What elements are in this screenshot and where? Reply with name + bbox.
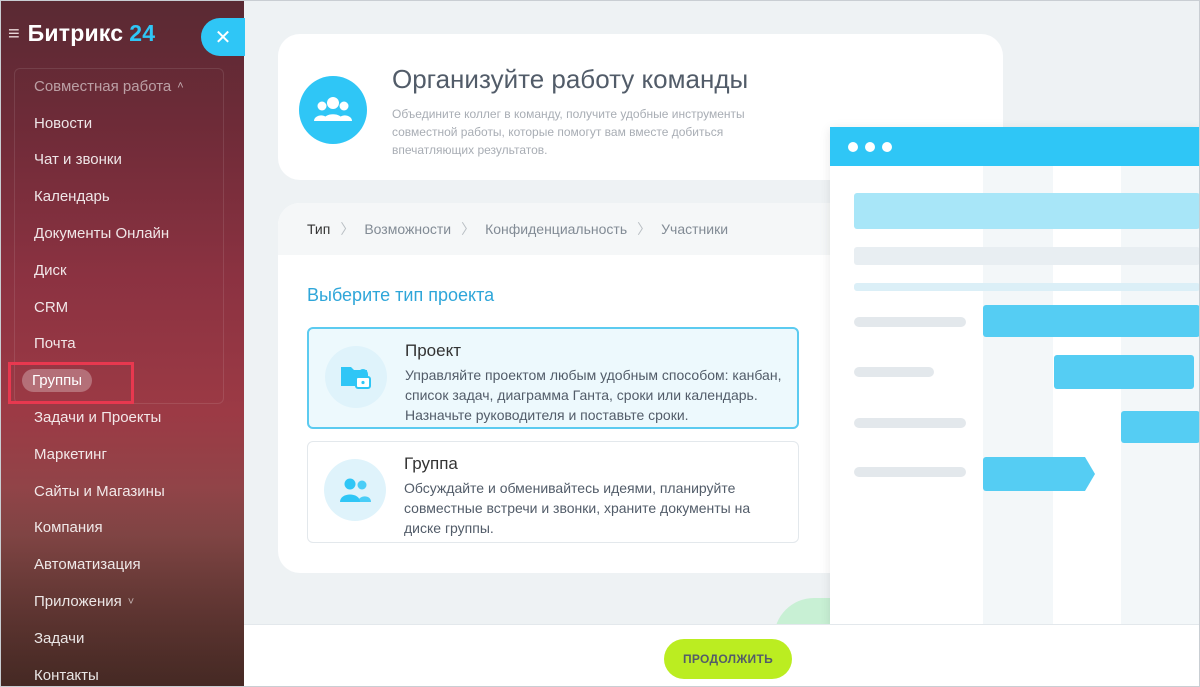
step-members[interactable]: Участники: [661, 221, 728, 237]
sidebar-item-mail[interactable]: Почта: [0, 326, 244, 363]
gantt-task-bar: [1054, 355, 1194, 389]
footer-bar: ПРОДОЛЖИТЬ: [244, 624, 1200, 687]
folder-lock-icon: [325, 346, 387, 408]
option-project-description: Управляйте проектом любым удобным способ…: [405, 367, 782, 423]
window-dot-icon: [865, 141, 875, 152]
sidebar-item-news[interactable]: Новости: [0, 105, 244, 142]
chevron-right-icon: 〉: [637, 221, 652, 237]
gantt-column: [983, 166, 1053, 627]
option-group[interactable]: Группа Обсуждайте и обменивайтесь идеями…: [307, 441, 799, 543]
option-group-title: Группа: [404, 454, 458, 473]
groups-highlight-box: [8, 362, 134, 404]
gantt-task-bar: [1121, 411, 1200, 443]
option-project-title: Проект: [405, 341, 461, 360]
sidebar-item-disk[interactable]: Диск: [0, 252, 244, 289]
chevron-right-icon: 〉: [461, 221, 476, 237]
gantt-column: [1121, 166, 1200, 627]
step-privacy[interactable]: Конфиденциальность: [485, 221, 627, 237]
close-slider-button[interactable]: ✕: [201, 18, 245, 56]
gantt-illustration: [830, 127, 1200, 627]
sidebar-item-apps[interactable]: Приложения ˅: [0, 583, 244, 620]
chevron-down-icon: ˅: [127, 595, 135, 608]
sidebar-item-tasks-projects[interactable]: Задачи и Проекты: [0, 399, 244, 436]
window-titlebar: [830, 127, 1200, 166]
sidebar-item-chat[interactable]: Чат и звонки: [0, 142, 244, 179]
sidebar-section-collab[interactable]: Совместная работа ˄: [0, 68, 244, 105]
sidebar-item-marketing[interactable]: Маркетинг: [0, 436, 244, 473]
gantt-task-bar: [983, 305, 1200, 337]
team-icon: [299, 76, 367, 144]
step-features[interactable]: Возможности: [364, 221, 451, 237]
gantt-subheader-bar: [854, 247, 1200, 265]
main-content: Организуйте работу команды Объедините ко…: [244, 0, 1200, 687]
gantt-row-label: [854, 467, 966, 477]
sidebar-item-company[interactable]: Компания: [0, 510, 244, 547]
gantt-task-arrow: [983, 457, 1095, 491]
gantt-row-label: [854, 418, 966, 428]
chevron-right-icon: 〉: [340, 221, 355, 237]
chevron-up-icon: ˄: [177, 80, 184, 93]
sidebar-item-contacts[interactable]: Контакты: [0, 657, 244, 687]
hamburger-icon[interactable]: ≡: [8, 24, 20, 44]
sidebar-item-sites[interactable]: Сайты и Магазины: [0, 473, 244, 510]
logo[interactable]: ≡ Битрикс 24: [8, 20, 155, 47]
gantt-row-label: [854, 317, 966, 327]
step-type[interactable]: Тип: [307, 221, 330, 237]
sidebar-item-docs[interactable]: Документы Онлайн: [0, 215, 244, 252]
sidebar-item-automation[interactable]: Автоматизация: [0, 546, 244, 583]
window-dot-icon: [882, 141, 892, 152]
users-icon: [324, 459, 386, 521]
option-group-description: Обсуждайте и обменивайтесь идеями, плани…: [404, 480, 751, 536]
sidebar-item-crm[interactable]: CRM: [0, 289, 244, 326]
wizard-title: Выберите тип проекта: [307, 285, 495, 305]
intro-description: Объедините коллег в команду, получите уд…: [392, 107, 745, 157]
option-project[interactable]: Проект Управляйте проектом любым удобным…: [307, 327, 799, 429]
intro-title: Организуйте работу команды: [392, 64, 749, 94]
gantt-row-label: [854, 367, 934, 377]
continue-button[interactable]: ПРОДОЛЖИТЬ: [664, 639, 792, 679]
logo-text: Битрикс 24: [27, 20, 156, 46]
sidebar-item-calendar[interactable]: Календарь: [0, 178, 244, 215]
close-icon: ✕: [214, 26, 232, 49]
sidebar: ≡ Битрикс 24 Совместная работа ˄ Новости Ч…: [0, 0, 244, 687]
gantt-divider: [854, 283, 1200, 291]
window-dot-icon: [848, 141, 858, 152]
sidebar-item-tasks[interactable]: Задачи: [0, 620, 244, 657]
gantt-header-bar: [854, 193, 1200, 229]
